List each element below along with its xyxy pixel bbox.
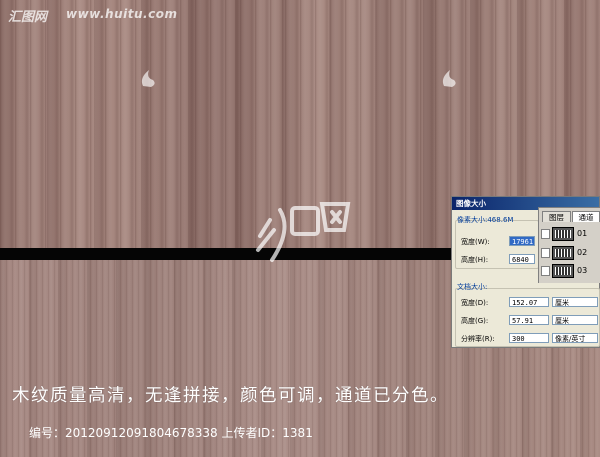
image-info-text: 编号：20120912091804678338 上传者ID：1381 <box>29 426 313 440</box>
tab-channels[interactable]: 通道 <box>572 211 600 222</box>
doc-width-input[interactable]: 152.07 <box>509 297 549 307</box>
eye-icon[interactable] <box>541 248 550 258</box>
width-input[interactable]: 17961 <box>509 236 535 246</box>
caption-text: 木纹质量高清，无逢拼接，颜色可调，通道已分色。 <box>12 386 449 406</box>
watermark-url: www.huitu.com <box>66 7 178 21</box>
watermark-small-icon <box>141 70 155 87</box>
resolution-unit-select[interactable]: 像素/英寸 <box>552 333 598 343</box>
eye-icon[interactable] <box>541 266 550 276</box>
channel-label: 03 <box>577 266 588 275</box>
width-label: 宽度(W): <box>461 238 490 246</box>
channel-thumbnail <box>552 227 574 241</box>
tab-layers[interactable]: 图层 <box>542 211 571 222</box>
image-canvas: 汇图网 www.huitu.com 图像大小 像素大小:468.6M 宽度(W)… <box>0 0 600 457</box>
document-size-label: 文档大小: <box>457 283 488 291</box>
channel-row[interactable]: 02 <box>541 245 599 261</box>
doc-width-label: 宽度(D): <box>461 299 489 307</box>
resolution-label: 分辨率(R): <box>461 335 495 343</box>
channel-label: 02 <box>577 248 588 257</box>
channel-row[interactable]: 01 <box>541 226 599 242</box>
watermark-small-icon <box>442 70 456 87</box>
resolution-input[interactable]: 300 <box>509 333 549 343</box>
watermark-logo: 汇图网 <box>8 10 48 25</box>
pixel-size-label: 像素大小:468.6M <box>457 216 514 224</box>
height-label: 高度(H): <box>461 256 489 264</box>
height-input[interactable]: 6840 <box>509 254 535 264</box>
channel-thumbnail <box>552 246 574 260</box>
channels-panel: 图层 通道 01 02 03 <box>538 207 600 283</box>
eye-icon[interactable] <box>541 229 550 239</box>
doc-height-label: 高度(G): <box>461 317 489 325</box>
channel-row[interactable]: 03 <box>541 263 599 279</box>
channel-label: 01 <box>577 229 588 238</box>
watermark-emblem-icon <box>256 202 351 262</box>
doc-width-unit-select[interactable]: 厘米 <box>552 297 598 307</box>
doc-height-unit-select[interactable]: 厘米 <box>552 315 598 325</box>
channel-thumbnail <box>552 264 574 278</box>
doc-height-input[interactable]: 57.91 <box>509 315 549 325</box>
